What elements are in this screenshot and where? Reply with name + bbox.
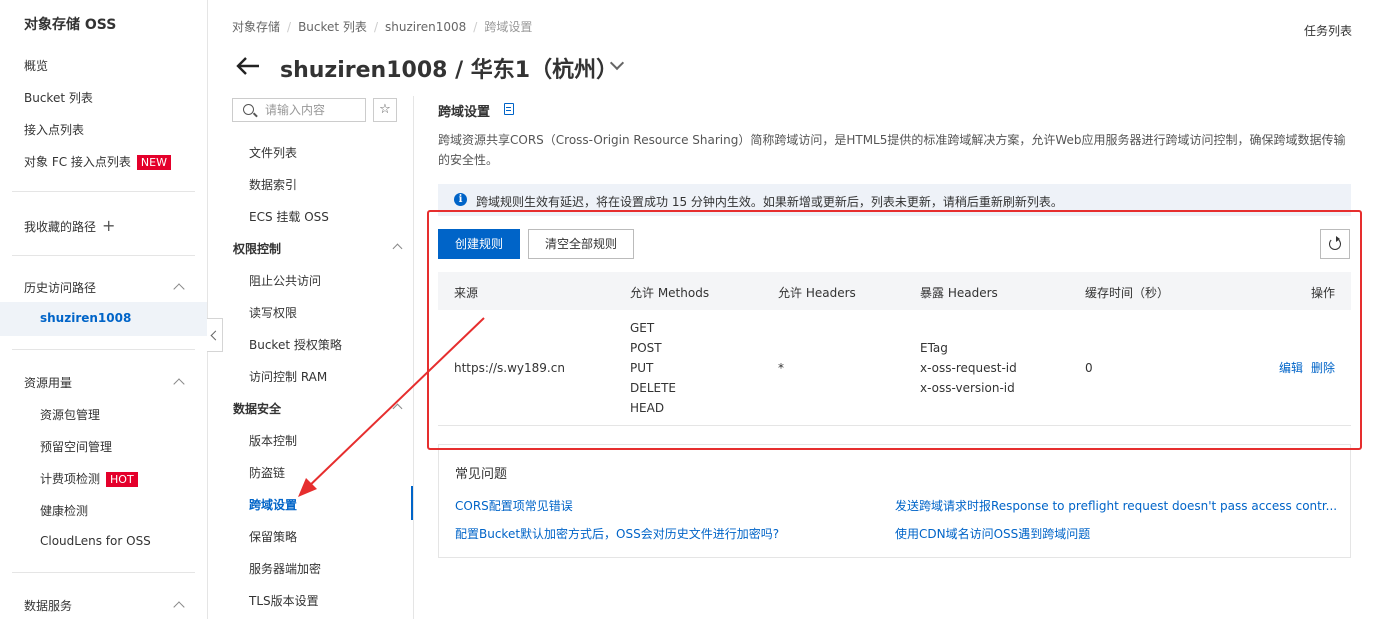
sidebar-item-label: 计费项检测 [40, 472, 101, 486]
info-icon: i [454, 193, 467, 206]
breadcrumb-item-bucket-list[interactable]: Bucket 列表 [298, 20, 367, 34]
faq-panel: 常见问题 CORS配置项常见错误 发送跨域请求时报Response to pre… [438, 444, 1351, 558]
nav-item-block-public[interactable]: 阻止公共访问 [249, 272, 321, 289]
faq-link[interactable]: 使用CDN域名访问OSS遇到跨域问题 [895, 525, 1090, 542]
nav-search [232, 98, 366, 122]
info-text: 跨域规则生效有延迟，将在设置成功 15 分钟内生效。如果新增或更新后，列表未更新… [476, 195, 1063, 209]
breadcrumb-item-bucket[interactable]: shuziren1008 [385, 20, 466, 34]
section-description: 跨域资源共享CORS（Cross-Origin Resource Sharing… [438, 133, 1346, 167]
nav-group-access-control[interactable]: 权限控制 [233, 240, 281, 257]
hot-badge: HOT [106, 472, 138, 487]
sidebar-item-favorites[interactable]: 我收藏的路径 + [24, 216, 115, 235]
divider [12, 255, 195, 256]
active-indicator [411, 486, 413, 520]
faq-title: 常见问题 [455, 467, 508, 482]
primary-sidebar: 对象存储 OSS 概览 Bucket 列表 接入点列表 对象 FC 接入点列表 N… [0, 0, 208, 619]
document-icon[interactable] [504, 103, 514, 115]
favorites-label: 我收藏的路径 [24, 220, 97, 234]
divider [12, 191, 195, 192]
faq-link[interactable]: 配置Bucket默认加密方式后，OSS会对历史文件进行加密吗? [455, 525, 779, 542]
nav-item-data-index[interactable]: 数据索引 [249, 176, 297, 193]
sidebar-item-overview[interactable]: 概览 [24, 57, 48, 74]
nav-item-encryption[interactable]: 服务器端加密 [249, 560, 321, 577]
search-icon [243, 104, 254, 115]
breadcrumb-item-oss[interactable]: 对象存储 [232, 20, 280, 34]
divider [12, 572, 195, 573]
sidebar-group-resource[interactable]: 资源用量 [24, 374, 72, 391]
sidebar-item-label: 对象 FC 接入点列表 [24, 155, 131, 169]
nav-item-acl[interactable]: 读写权限 [249, 304, 297, 321]
product-title: 对象存储 OSS [24, 17, 117, 33]
chevron-up-icon[interactable] [173, 283, 185, 295]
faq-link[interactable]: CORS配置项常见错误 [455, 497, 573, 514]
sidebar-item-resource-packs[interactable]: 资源包管理 [40, 406, 100, 423]
nav-item-file-list[interactable]: 文件列表 [249, 144, 297, 161]
task-list-link[interactable]: 任务列表 [1304, 22, 1352, 39]
sidebar-item-reserved-space[interactable]: 预留空间管理 [40, 438, 112, 455]
breadcrumb-item-current: 跨域设置 [484, 20, 533, 34]
annotation-highlight-box [427, 210, 1362, 450]
nav-item-versioning[interactable]: 版本控制 [249, 432, 297, 449]
sidebar-group-history[interactable]: 历史访问路径 [24, 279, 96, 296]
sidebar-collapse-toggle[interactable] [207, 318, 223, 352]
breadcrumb: 对象存储 / Bucket 列表 / shuziren1008/跨域设置 [232, 20, 533, 34]
nav-item-bucket-policy[interactable]: Bucket 授权策略 [249, 336, 342, 353]
nav-item-cors[interactable]: 跨域设置 [249, 496, 297, 513]
chevron-up-icon[interactable] [392, 403, 403, 414]
sidebar-item-access-points[interactable]: 接入点列表 [24, 121, 84, 138]
sidebar-item-history-bucket[interactable]: shuziren1008 [40, 311, 131, 325]
new-badge: NEW [136, 155, 171, 170]
sidebar-item-billing-check[interactable]: 计费项检测 HOT [40, 470, 138, 487]
chevron-up-icon[interactable] [173, 601, 185, 613]
page-title: shuziren1008 / 华东1（杭州） [280, 58, 619, 83]
sidebar-item-fc-access-points[interactable]: 对象 FC 接入点列表 NEW [24, 153, 171, 170]
sidebar-group-data-services[interactable]: 数据服务 [24, 597, 72, 614]
nav-item-hotlink[interactable]: 防盗链 [249, 464, 285, 481]
faq-link[interactable]: 发送跨域请求时报Response to preflight request do… [895, 497, 1337, 514]
nav-item-ecs-mount[interactable]: ECS 挂载 OSS [249, 208, 329, 225]
chevron-up-icon[interactable] [392, 243, 403, 254]
chevron-up-icon[interactable] [173, 378, 185, 390]
divider [12, 349, 195, 350]
nav-item-tls[interactable]: TLS版本设置 [249, 592, 319, 609]
sidebar-item-bucket-list[interactable]: Bucket 列表 [24, 89, 93, 106]
plus-icon[interactable]: + [102, 216, 115, 235]
back-arrow-icon[interactable] [234, 52, 262, 80]
sidebar-item-health-check[interactable]: 健康检测 [40, 502, 88, 519]
nav-item-retention[interactable]: 保留策略 [249, 528, 297, 545]
section-title: 跨域设置 [438, 105, 491, 120]
bucket-nav: ☆ 文件列表 数据索引 ECS 挂载 OSS 权限控制 阻止公共访问 读写权限 … [222, 96, 414, 619]
star-button[interactable]: ☆ [373, 98, 397, 122]
nav-group-data-security[interactable]: 数据安全 [233, 400, 281, 417]
nav-item-ram[interactable]: 访问控制 RAM [249, 368, 327, 385]
nav-search-input[interactable] [265, 102, 361, 118]
sidebar-item-cloudlens[interactable]: CloudLens for OSS [40, 534, 151, 548]
